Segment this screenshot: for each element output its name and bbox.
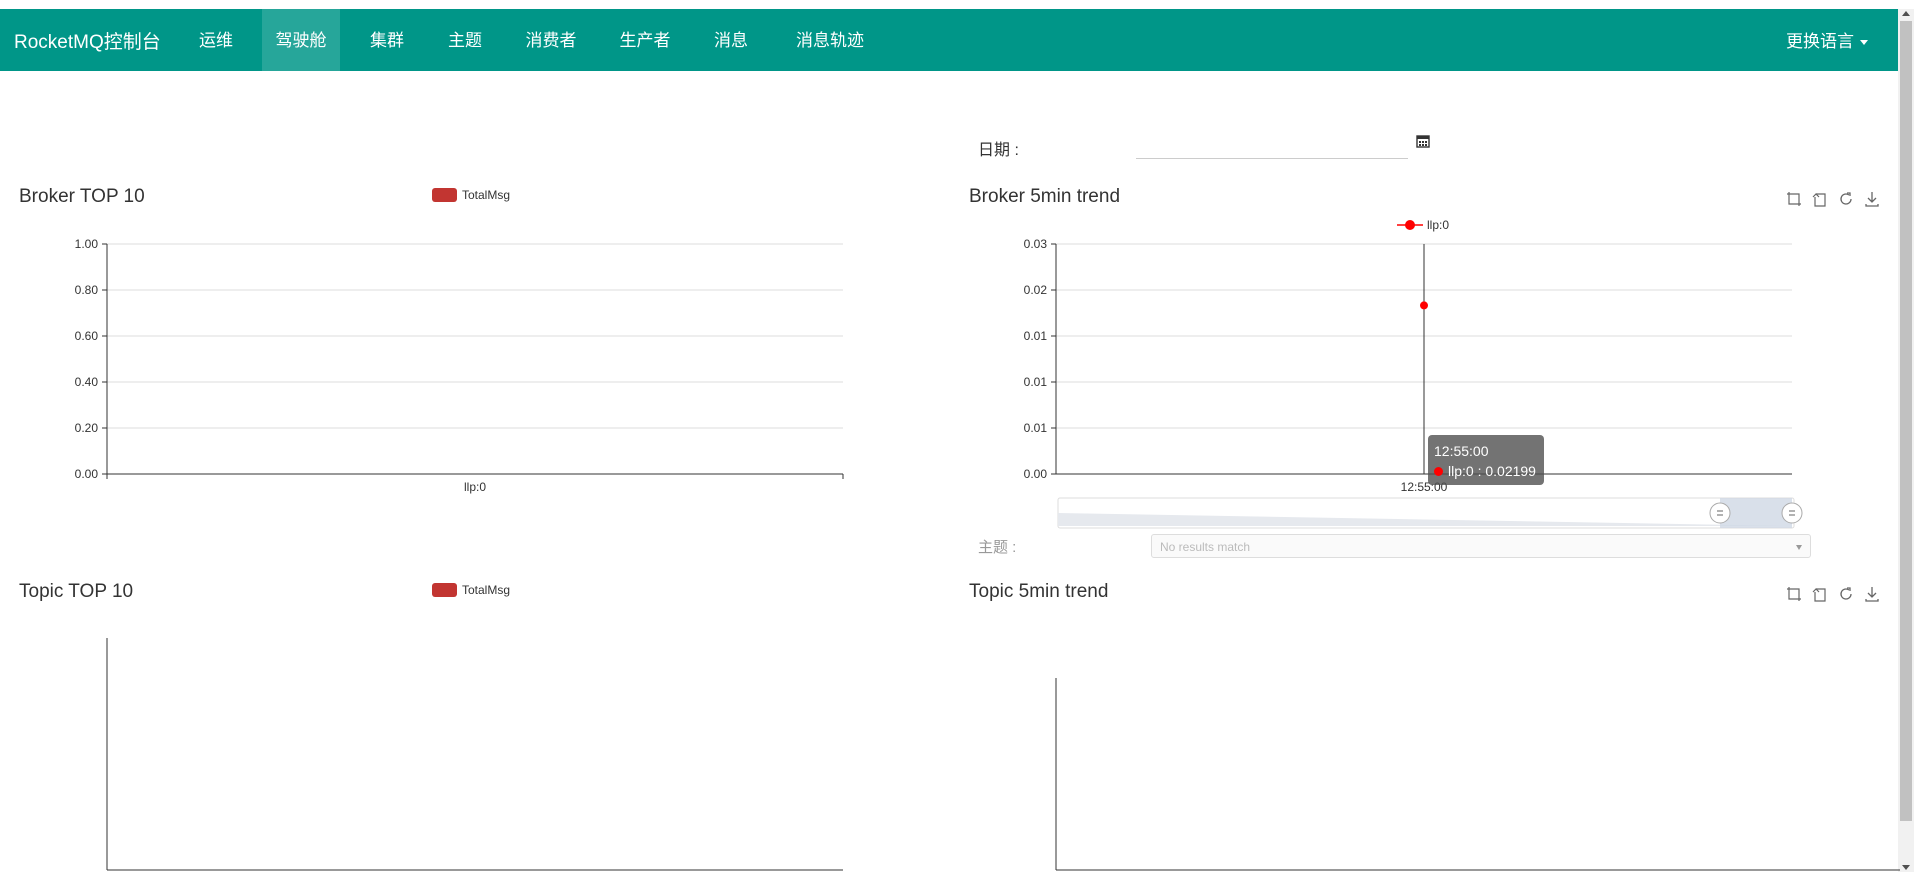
nav-item-dashboard[interactable]: 驾驶舱: [262, 9, 340, 71]
scroll-up-icon[interactable]: [1902, 11, 1910, 16]
legend-swatch: [432, 583, 457, 597]
legend-label: TotalMsg: [462, 188, 511, 202]
language-label: 更换语言: [1786, 32, 1854, 51]
topic-trend-toolbox: [1786, 586, 1880, 602]
y-tick-label: 0.01: [1024, 375, 1048, 389]
datazoom-window: [1720, 498, 1792, 528]
topic-trend-title: Topic 5min trend: [969, 581, 1109, 602]
topic-top10-chart: [106, 638, 843, 871]
scroll-thumb[interactable]: [1900, 21, 1912, 821]
legend-swatch: [432, 188, 457, 202]
nav-item-message[interactable]: 消息: [700, 9, 762, 71]
y-tick-label: 0.02: [1024, 283, 1048, 297]
y-tick-label: 0.00: [1024, 467, 1048, 481]
page-scrollbar[interactable]: [1898, 9, 1914, 872]
y-tick-label: 0.80: [75, 283, 99, 297]
broker-top10-legend[interactable]: TotalMsg: [432, 188, 510, 202]
y-tick-label: 1.00: [75, 237, 99, 251]
broker-trend-title: Broker 5min trend: [969, 186, 1121, 207]
y-tick-label: 0.60: [75, 329, 99, 343]
y-tick-label: 0.01: [1024, 421, 1048, 435]
datazoom-preview: [1058, 513, 1792, 526]
datazoom-handle: [1709, 502, 1731, 524]
broker-trend-toolbox: [1786, 191, 1880, 207]
legend-label: TotalMsg: [462, 583, 511, 597]
scroll-down-icon[interactable]: [1902, 865, 1910, 870]
datazoom-handle: [1781, 502, 1803, 524]
brand-link[interactable]: RocketMQ控制台: [14, 27, 161, 54]
date-label: 日期 :: [978, 142, 1019, 159]
topic-top10-title: Topic TOP 10: [19, 581, 134, 602]
top-navbar: RocketMQ控制台 运维 驾驶舱 集群 主题 消费者 生产者 消息 消息轨迹…: [0, 9, 1898, 71]
topic-select[interactable]: No results match: [1151, 534, 1811, 558]
nav-item-producer[interactable]: 生产者: [608, 9, 682, 71]
tooltip-series-dot: [1434, 467, 1443, 476]
restore-icon[interactable]: [1838, 586, 1854, 602]
broker-trend-chart: 0.00 0.01 0.01 0.01 0.02 0.03 12:55:00: [1024, 237, 1803, 529]
broker-top10-title: Broker TOP 10: [19, 186, 145, 207]
date-input[interactable]: [1136, 132, 1408, 159]
tooltip-value: llp:0 : 0.02199: [1448, 463, 1536, 479]
x-tick-label: llp:0: [464, 480, 486, 494]
y-tick-label: 0.00: [75, 467, 99, 481]
restore-icon[interactable]: [1838, 191, 1854, 207]
zoom-reset-icon[interactable]: [1812, 586, 1828, 602]
zoom-reset-icon[interactable]: [1812, 191, 1828, 207]
window-top-strip: [0, 0, 1914, 9]
data-point: [1420, 301, 1428, 310]
zoom-icon[interactable]: [1786, 586, 1802, 602]
y-tick-label: 0.40: [75, 375, 99, 389]
chevron-down-icon: [1796, 545, 1802, 550]
topic-top10-legend[interactable]: TotalMsg: [432, 583, 510, 597]
topic-trend-chart: [1055, 678, 1900, 871]
tooltip-time: 12:55:00: [1434, 443, 1489, 459]
topic-select-placeholder: No results match: [1160, 540, 1251, 554]
nav-item-consumer[interactable]: 消费者: [514, 9, 588, 71]
language-dropdown[interactable]: 更换语言: [1786, 27, 1868, 52]
y-tick-label: 0.03: [1024, 237, 1048, 251]
download-icon[interactable]: [1864, 191, 1880, 207]
calendar-icon[interactable]: [1416, 134, 1430, 148]
broker-top10-chart: 0.00 0.20 0.40 0.60 0.80 1.00 llp:0: [75, 237, 844, 494]
nav-item-ops[interactable]: 运维: [185, 9, 247, 71]
y-tick-label: 0.01: [1024, 329, 1048, 343]
download-icon[interactable]: [1864, 586, 1880, 602]
nav-item-message-trace[interactable]: 消息轨迹: [784, 9, 876, 71]
nav-item-topic[interactable]: 主题: [434, 9, 496, 71]
zoom-icon[interactable]: [1786, 191, 1802, 207]
nav-item-cluster[interactable]: 集群: [356, 9, 418, 71]
chevron-down-icon: [1860, 40, 1868, 46]
y-tick-label: 0.20: [75, 421, 99, 435]
topic-filter-label: 主题 :: [978, 539, 1017, 556]
chart-tooltip: 12:55:00 llp:0 : 0.02199: [1428, 435, 1544, 485]
